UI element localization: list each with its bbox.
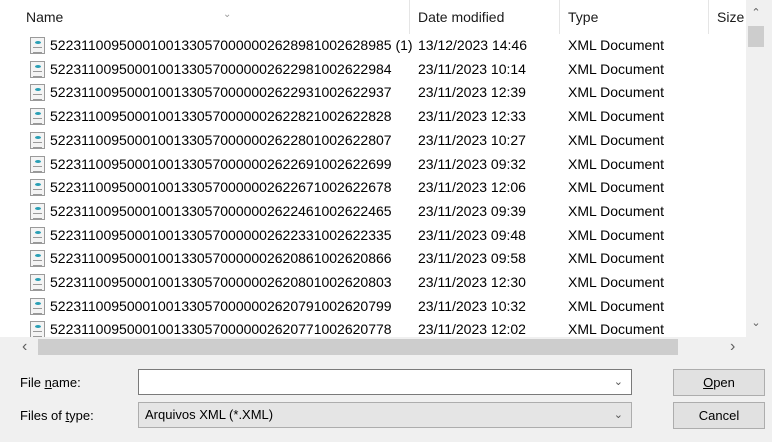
files-of-type-label: Files of type:: [20, 408, 94, 423]
file-row[interactable]: 5223110095000100133057000000262079100262…: [0, 295, 746, 319]
file-type: XML Document: [568, 274, 664, 290]
xml-file-icon: [30, 297, 45, 315]
file-date: 23/11/2023 12:33: [418, 108, 526, 125]
file-date: 23/11/2023 10:32: [418, 297, 526, 314]
file-name: 5223110095000100133057000000262233100262…: [50, 226, 392, 243]
file-name-label: File name:: [20, 375, 81, 390]
file-type: XML Document: [568, 202, 664, 219]
vertical-scroll-thumb[interactable]: [748, 26, 764, 47]
file-row[interactable]: 5223110095000100133057000000262077100262…: [0, 318, 746, 337]
file-row[interactable]: 5223110095000100133057000000262898100262…: [0, 34, 746, 58]
scroll-left-icon[interactable]: ‹: [22, 337, 27, 357]
file-date: 23/11/2023 12:39: [418, 84, 526, 101]
file-type: XML Document: [568, 297, 664, 314]
file-date: 23/11/2023 09:58: [418, 250, 526, 267]
file-row[interactable]: 5223110095000100133057000000262282100262…: [0, 105, 746, 129]
file-type: XML Document: [568, 179, 664, 196]
xml-file-icon: [30, 179, 45, 197]
file-name: 5223110095000100133057000000262267100262…: [50, 179, 392, 196]
file-name: 5223110095000100133057000000262077100262…: [50, 321, 392, 337]
file-name: 5223110095000100133057000000262086100262…: [50, 250, 392, 267]
xml-file-icon: [30, 226, 45, 244]
file-row[interactable]: 5223110095000100133057000000262080100262…: [0, 271, 746, 295]
file-row[interactable]: 5223110095000100133057000000262269100262…: [0, 153, 746, 177]
file-date: 23/11/2023 12:02: [418, 321, 526, 337]
file-name: 5223110095000100133057000000262282100262…: [50, 108, 392, 125]
file-date: 23/11/2023 09:48: [418, 226, 526, 243]
file-name: 5223110095000100133057000000262280100262…: [50, 131, 392, 148]
file-date: 23/11/2023 09:39: [418, 202, 526, 219]
column-header-size[interactable]: Size: [709, 0, 746, 34]
chevron-down-icon[interactable]: ⌄: [614, 370, 623, 394]
file-type: XML Document: [568, 37, 664, 53]
file-type: XML Document: [568, 321, 664, 337]
file-date: 23/11/2023 12:30: [418, 274, 526, 290]
chevron-down-icon[interactable]: ⌄: [614, 403, 623, 427]
xml-file-icon: [30, 131, 45, 149]
file-name: 5223110095000100133057000000262080100262…: [50, 274, 392, 290]
file-row[interactable]: 5223110095000100133057000000262298100262…: [0, 58, 746, 82]
file-name: 5223110095000100133057000000262246100262…: [50, 202, 392, 219]
xml-file-icon: [30, 202, 45, 220]
file-name: 5223110095000100133057000000262293100262…: [50, 84, 392, 101]
horizontal-scroll-thumb[interactable]: [38, 339, 678, 355]
scroll-right-icon[interactable]: ›: [730, 337, 735, 357]
file-row[interactable]: 5223110095000100133057000000262233100262…: [0, 224, 746, 248]
file-name: 5223110095000100133057000000262079100262…: [50, 297, 392, 314]
column-header-type[interactable]: Type: [560, 0, 709, 34]
column-header-name[interactable]: Name ⌄: [18, 0, 410, 34]
cancel-button[interactable]: Cancel: [673, 402, 765, 429]
vertical-scrollbar[interactable]: ⌃ ⌄: [746, 0, 766, 337]
file-name-input[interactable]: ⌄: [138, 369, 632, 395]
open-button[interactable]: Open: [673, 369, 765, 396]
xml-file-icon: [30, 274, 45, 291]
horizontal-scrollbar[interactable]: ‹ ›: [0, 337, 746, 357]
file-type: XML Document: [568, 84, 664, 101]
file-date: 13/12/2023 14:46: [418, 37, 527, 53]
xml-file-icon: [30, 60, 45, 78]
column-header-date[interactable]: Date modified: [410, 0, 560, 34]
sort-chevron-icon: ⌄: [223, 9, 232, 20]
file-date: 23/11/2023 10:14: [418, 60, 526, 77]
xml-file-icon: [30, 321, 45, 337]
file-type: XML Document: [568, 250, 664, 267]
file-row[interactable]: 5223110095000100133057000000262280100262…: [0, 129, 746, 153]
file-name: 5223110095000100133057000000262898100262…: [50, 37, 413, 53]
file-type: XML Document: [568, 155, 664, 172]
file-type: XML Document: [568, 60, 664, 77]
file-row[interactable]: 5223110095000100133057000000262267100262…: [0, 176, 746, 200]
file-type: XML Document: [568, 108, 664, 125]
xml-file-icon: [30, 155, 45, 173]
column-headers: Name ⌄ Date modified Type Size: [0, 0, 746, 34]
xml-file-icon: [30, 84, 45, 102]
file-row[interactable]: 5223110095000100133057000000262086100262…: [0, 247, 746, 271]
file-type: XML Document: [568, 226, 664, 243]
file-date: 23/11/2023 09:32: [418, 155, 526, 172]
file-type: XML Document: [568, 131, 664, 148]
file-date: 23/11/2023 10:27: [418, 131, 526, 148]
file-list[interactable]: Name ⌄ Date modified Type Size 5223110095…: [0, 0, 746, 337]
file-row[interactable]: 5223110095000100133057000000262293100262…: [0, 81, 746, 105]
xml-file-icon: [30, 37, 45, 54]
xml-file-icon: [30, 108, 45, 126]
file-row[interactable]: 5223110095000100133057000000262246100262…: [0, 200, 746, 224]
file-name: 5223110095000100133057000000262269100262…: [50, 155, 392, 172]
file-date: 23/11/2023 12:06: [418, 179, 526, 196]
xml-file-icon: [30, 250, 45, 268]
scroll-up-icon[interactable]: ⌃: [746, 6, 766, 19]
file-type-select[interactable]: Arquivos XML (*.XML) ⌄: [138, 402, 632, 428]
file-name: 5223110095000100133057000000262298100262…: [50, 60, 392, 77]
scroll-down-icon[interactable]: ⌄: [746, 316, 766, 329]
